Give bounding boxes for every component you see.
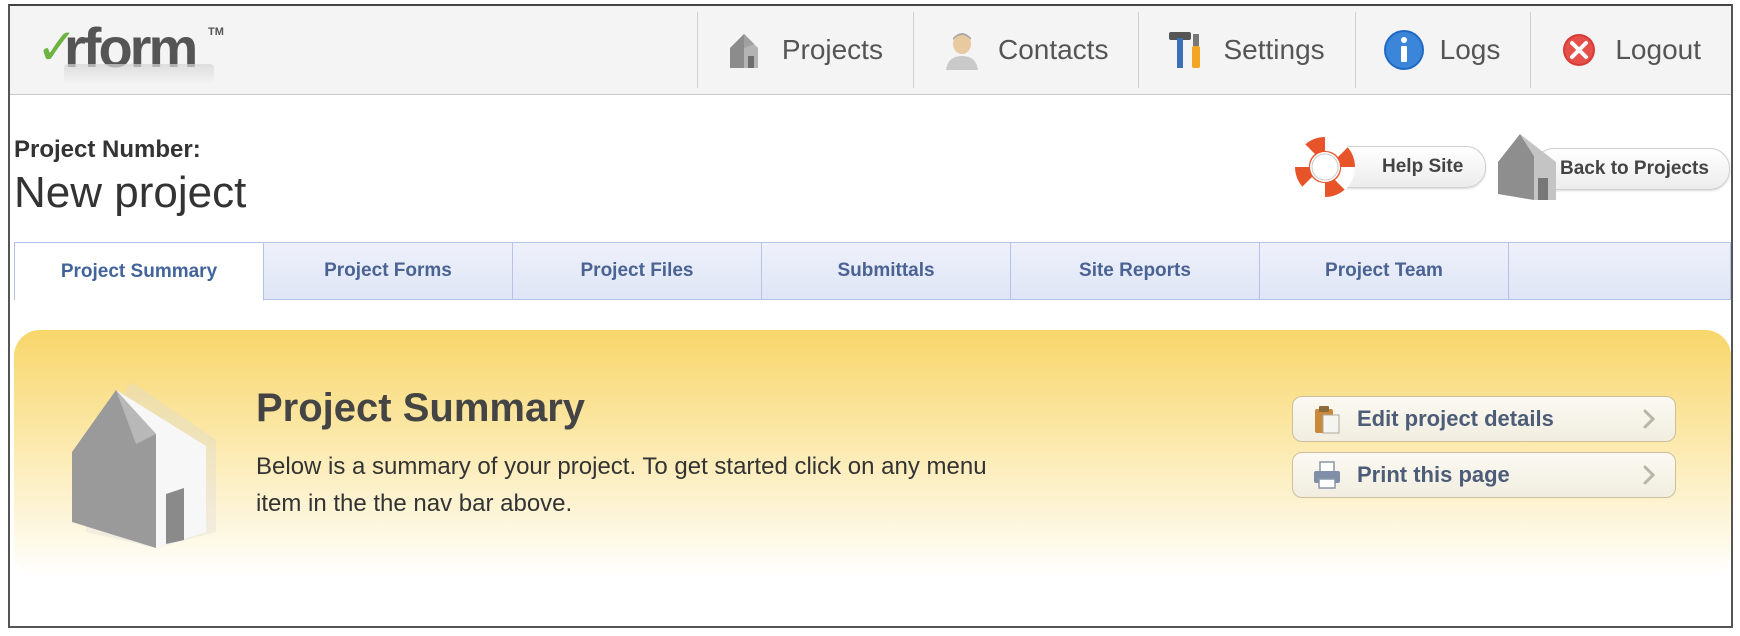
house-icon [72,382,216,548]
tab-project-files[interactable]: Project Files [513,243,762,299]
nav-label: Logout [1615,34,1701,65]
lifebuoy-icon [1294,136,1356,198]
summary-description: Below is a summary of your project. To g… [256,453,987,517]
printer-icon [1314,461,1340,489]
tab-submittals[interactable]: Submittals [762,243,1011,299]
tab-project-team[interactable]: Project Team [1260,243,1509,299]
button-label: Print this page [1357,462,1510,487]
back-to-projects-label: Back to Projects [1560,158,1709,179]
tools-icon [1165,28,1209,72]
app-window: ✓ rform TM Projects Contacts Settings Lo… [8,4,1733,628]
chevron-right-icon [1643,409,1656,429]
nav-settings[interactable]: Settings [1138,12,1354,88]
nav-projects[interactable]: Projects [696,12,913,88]
nav-label: Contacts [997,34,1109,65]
nav-contacts[interactable]: Contacts [912,12,1139,88]
person-icon [940,28,984,72]
logo[interactable]: ✓ rform TM [36,18,224,84]
tab-site-reports[interactable]: Site Reports [1011,243,1260,299]
logo-reflection [64,64,214,84]
back-to-projects-button[interactable]: Back to Projects [1494,128,1734,204]
nav-logs[interactable]: Logs [1354,12,1531,88]
house-icon [1498,134,1556,200]
nav-label: Projects [781,34,883,65]
tab-project-summary[interactable]: Project Summary [15,243,264,301]
tab-project-forms[interactable]: Project Forms [264,243,513,299]
info-icon [1382,28,1426,72]
nav-logout[interactable]: Logout [1530,12,1731,88]
project-number-label: Project Number: [14,136,201,163]
summary-title: Project Summary [256,386,586,430]
help-site-label: Help Site [1382,156,1464,177]
project-tabs: Project Summary Project Forms Project Fi… [14,242,1731,301]
top-bar: ✓ rform TM Projects Contacts Settings Lo… [10,6,1731,95]
nav-label: Settings [1223,34,1325,65]
close-icon [1557,28,1601,72]
house-icon [724,28,768,72]
clipboard-icon [1315,406,1340,434]
summary-panel: Project Summary Below is a summary of yo… [14,330,1731,578]
project-name: New project [14,168,247,217]
nav-label: Logs [1439,34,1501,65]
main-nav: Projects Contacts Settings Logs Logout [696,12,1731,92]
button-label: Edit project details [1357,406,1554,431]
edit-project-details-button[interactable]: Edit project details [1292,396,1676,442]
chevron-right-icon [1643,465,1656,485]
print-page-button[interactable]: Print this page [1292,452,1676,498]
help-site-button[interactable]: Help Site [1290,128,1490,198]
logo-trademark: TM [208,26,224,38]
